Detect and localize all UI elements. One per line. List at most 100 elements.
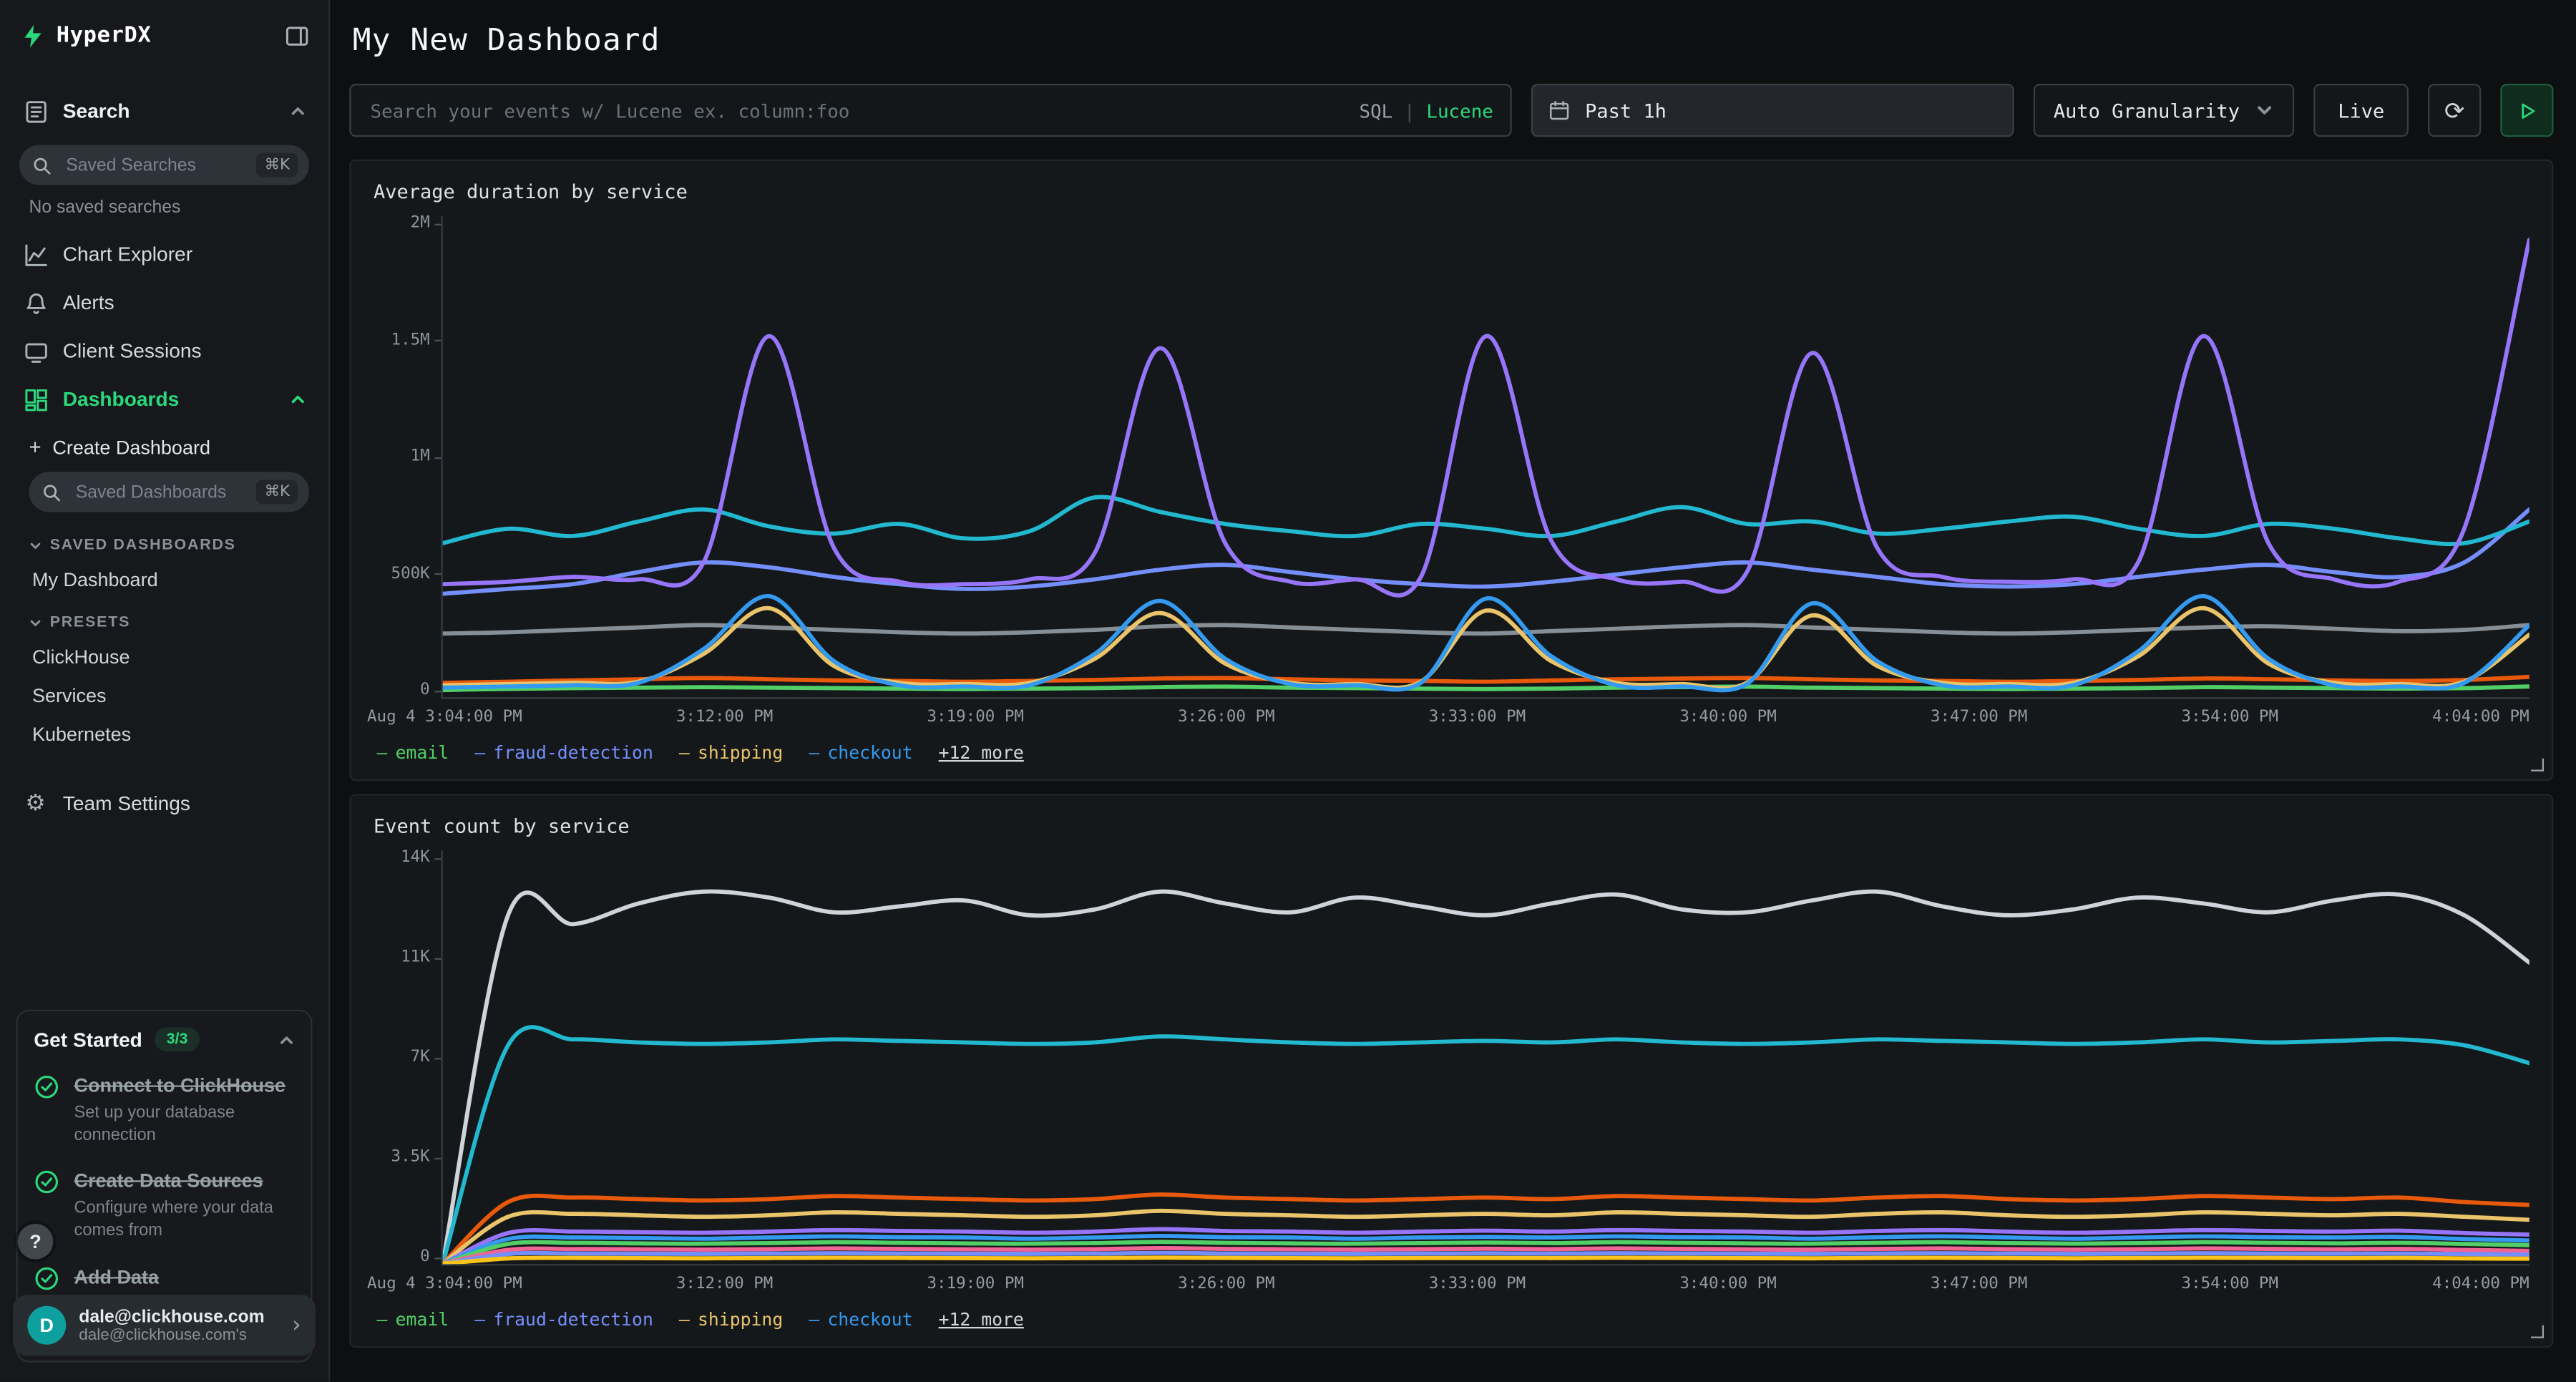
run-query-button[interactable]: [2500, 84, 2553, 137]
x-tick-label: 4:04:00 PM: [2432, 709, 2529, 726]
logo-row: HyperDX: [19, 23, 309, 49]
check-circle-icon: [34, 1074, 59, 1100]
get-started-item[interactable]: Create Data Sources Configure where your…: [34, 1169, 295, 1242]
y-tick-label: 1M: [411, 449, 441, 466]
x-tick-label: Aug 4 3:04:00 PM: [367, 1275, 522, 1293]
sidebar-item-dashboards[interactable]: Dashboards: [16, 375, 313, 424]
x-tick-label: 3:47:00 PM: [1931, 709, 2027, 726]
create-dashboard-button[interactable]: + Create Dashboard: [26, 424, 313, 462]
x-tick-label: 3:26:00 PM: [1178, 709, 1274, 726]
get-started-item[interactable]: Connect to ClickHouse Set up your databa…: [34, 1074, 295, 1147]
event-search-input[interactable]: [367, 97, 1347, 123]
search-icon: [31, 154, 54, 177]
get-started-header[interactable]: Get Started 3/3: [34, 1028, 295, 1052]
x-tick-label: 3:12:00 PM: [676, 709, 773, 726]
x-tick-label: 3:47:00 PM: [1931, 1275, 2027, 1293]
chart-title: Event count by service: [374, 815, 2529, 838]
y-tick-label: 14K: [401, 850, 441, 867]
legend-item[interactable]: —fraud-detection: [474, 742, 653, 763]
saved-searches-input[interactable]: ⌘K: [19, 145, 309, 185]
y-tick-label: 3.5K: [391, 1150, 441, 1167]
legend-swatch: —: [809, 1309, 819, 1330]
brand-logo[interactable]: HyperDX: [19, 23, 152, 49]
legend-swatch: —: [809, 742, 819, 763]
collapse-sidebar-icon[interactable]: [283, 23, 309, 49]
legend-more-link[interactable]: +12 more: [939, 1309, 1024, 1330]
legend-more-link[interactable]: +12 more: [939, 742, 1024, 763]
help-button[interactable]: ?: [18, 1224, 54, 1260]
y-tick-label: 7K: [411, 1050, 441, 1066]
sidebar-item-clickhouse[interactable]: ClickHouse: [26, 638, 313, 676]
x-tick-label: 4:04:00 PM: [2432, 1275, 2529, 1293]
chart-plot[interactable]: [441, 216, 2529, 699]
series-line-shipping: [443, 608, 2529, 688]
y-axis: 14K11K7K3.5K0: [367, 850, 441, 1266]
sidebar-item-client-sessions[interactable]: Client Sessions: [16, 327, 313, 376]
sidebar-item-label: Chart Explorer: [63, 243, 306, 266]
plus-icon: +: [29, 435, 42, 459]
saved-dashboards-input[interactable]: ⌘K: [29, 472, 310, 512]
x-tick-label: 3:40:00 PM: [1679, 709, 1776, 726]
resize-handle[interactable]: [2531, 759, 2544, 772]
granularity-select[interactable]: Auto Granularity: [2033, 84, 2295, 137]
saved-dashboards-group-header[interactable]: SAVED DASHBOARDS: [26, 522, 313, 560]
sidebar-item-my-dashboard[interactable]: My Dashboard: [26, 560, 313, 599]
sidebar-item-search[interactable]: Search: [16, 87, 313, 136]
series-line-service-10: [443, 1257, 2529, 1263]
x-tick-label: 3:33:00 PM: [1429, 709, 1526, 726]
legend-item[interactable]: —shipping: [679, 1309, 783, 1330]
user-email: dale@clickhouse.com: [79, 1307, 279, 1326]
create-dashboard-label: Create Dashboard: [52, 436, 210, 459]
series-line-service-8: [443, 240, 2529, 595]
avatar: D: [27, 1306, 66, 1345]
legend-swatch: —: [679, 742, 690, 763]
chart-card-event-count: Event count by service 14K11K7K3.5K0 Aug…: [349, 794, 2553, 1348]
brand-name: HyperDX: [57, 23, 152, 49]
y-tick-label: 0: [420, 683, 441, 699]
x-tick-label: 3:19:00 PM: [927, 709, 1023, 726]
query-language-toggle: SQL | Lucene: [1360, 99, 1493, 122]
chart-explorer-icon: [23, 242, 49, 268]
sql-toggle[interactable]: SQL: [1360, 99, 1393, 122]
play-icon: [2517, 101, 2537, 120]
series-line-email: [443, 686, 2529, 690]
time-range-value: Past 1h: [1585, 99, 1667, 122]
dashboards-subnav: + Create Dashboard ⌘K SAVED DASHBOARDS M…: [16, 424, 313, 754]
sidebar: HyperDX Search ⌘K No saved searches: [0, 0, 330, 1382]
x-tick-label: 3:33:00 PM: [1429, 1275, 1526, 1293]
search-section-icon: [23, 98, 49, 124]
legend-item[interactable]: —email: [377, 1309, 449, 1330]
saved-searches-field[interactable]: [63, 154, 247, 177]
sidebar-item-kubernetes[interactable]: Kubernetes: [26, 715, 313, 754]
x-axis: Aug 4 3:04:00 PM3:12:00 PM3:19:00 PM3:26…: [367, 1275, 2529, 1293]
chevron-down-icon: [2255, 102, 2273, 120]
legend-item[interactable]: —checkout: [809, 1309, 912, 1330]
live-button[interactable]: Live: [2313, 84, 2409, 137]
refresh-button[interactable]: ⟳: [2428, 84, 2481, 137]
hyperdx-bolt-icon: [19, 23, 45, 49]
monitor-icon: [23, 339, 49, 364]
legend-item[interactable]: —shipping: [679, 742, 783, 763]
chart-plot[interactable]: [441, 850, 2529, 1266]
legend-item[interactable]: —email: [377, 742, 449, 763]
sidebar-item-team-settings[interactable]: ⚙ Team Settings: [16, 779, 313, 828]
resize-handle[interactable]: [2531, 1325, 2544, 1338]
x-tick-label: 3:54:00 PM: [2182, 1275, 2278, 1293]
time-range-picker[interactable]: Past 1h: [1531, 84, 2014, 137]
bell-icon: [23, 290, 49, 316]
legend-item[interactable]: —checkout: [809, 742, 912, 763]
presets-group-header[interactable]: PRESETS: [26, 599, 313, 638]
saved-dashboards-field[interactable]: [72, 481, 247, 504]
sidebar-item-label: Team Settings: [63, 792, 306, 815]
user-menu[interactable]: D dale@clickhouse.com dale@clickhouse.co…: [13, 1295, 316, 1356]
y-tick-label: 0: [420, 1250, 441, 1266]
chart-legend: —email —fraud-detection —shipping —checkout…: [367, 742, 2529, 763]
lucene-toggle[interactable]: Lucene: [1426, 99, 1493, 122]
sidebar-item-chart-explorer[interactable]: Chart Explorer: [16, 230, 313, 279]
sidebar-item-alerts[interactable]: Alerts: [16, 278, 313, 327]
legend-item[interactable]: —fraud-detection: [474, 1309, 653, 1330]
series-line-service-5: [443, 892, 2529, 1264]
event-search-box[interactable]: SQL | Lucene: [349, 84, 1511, 137]
legend-label: shipping: [698, 1309, 783, 1330]
sidebar-item-services[interactable]: Services: [26, 676, 313, 715]
